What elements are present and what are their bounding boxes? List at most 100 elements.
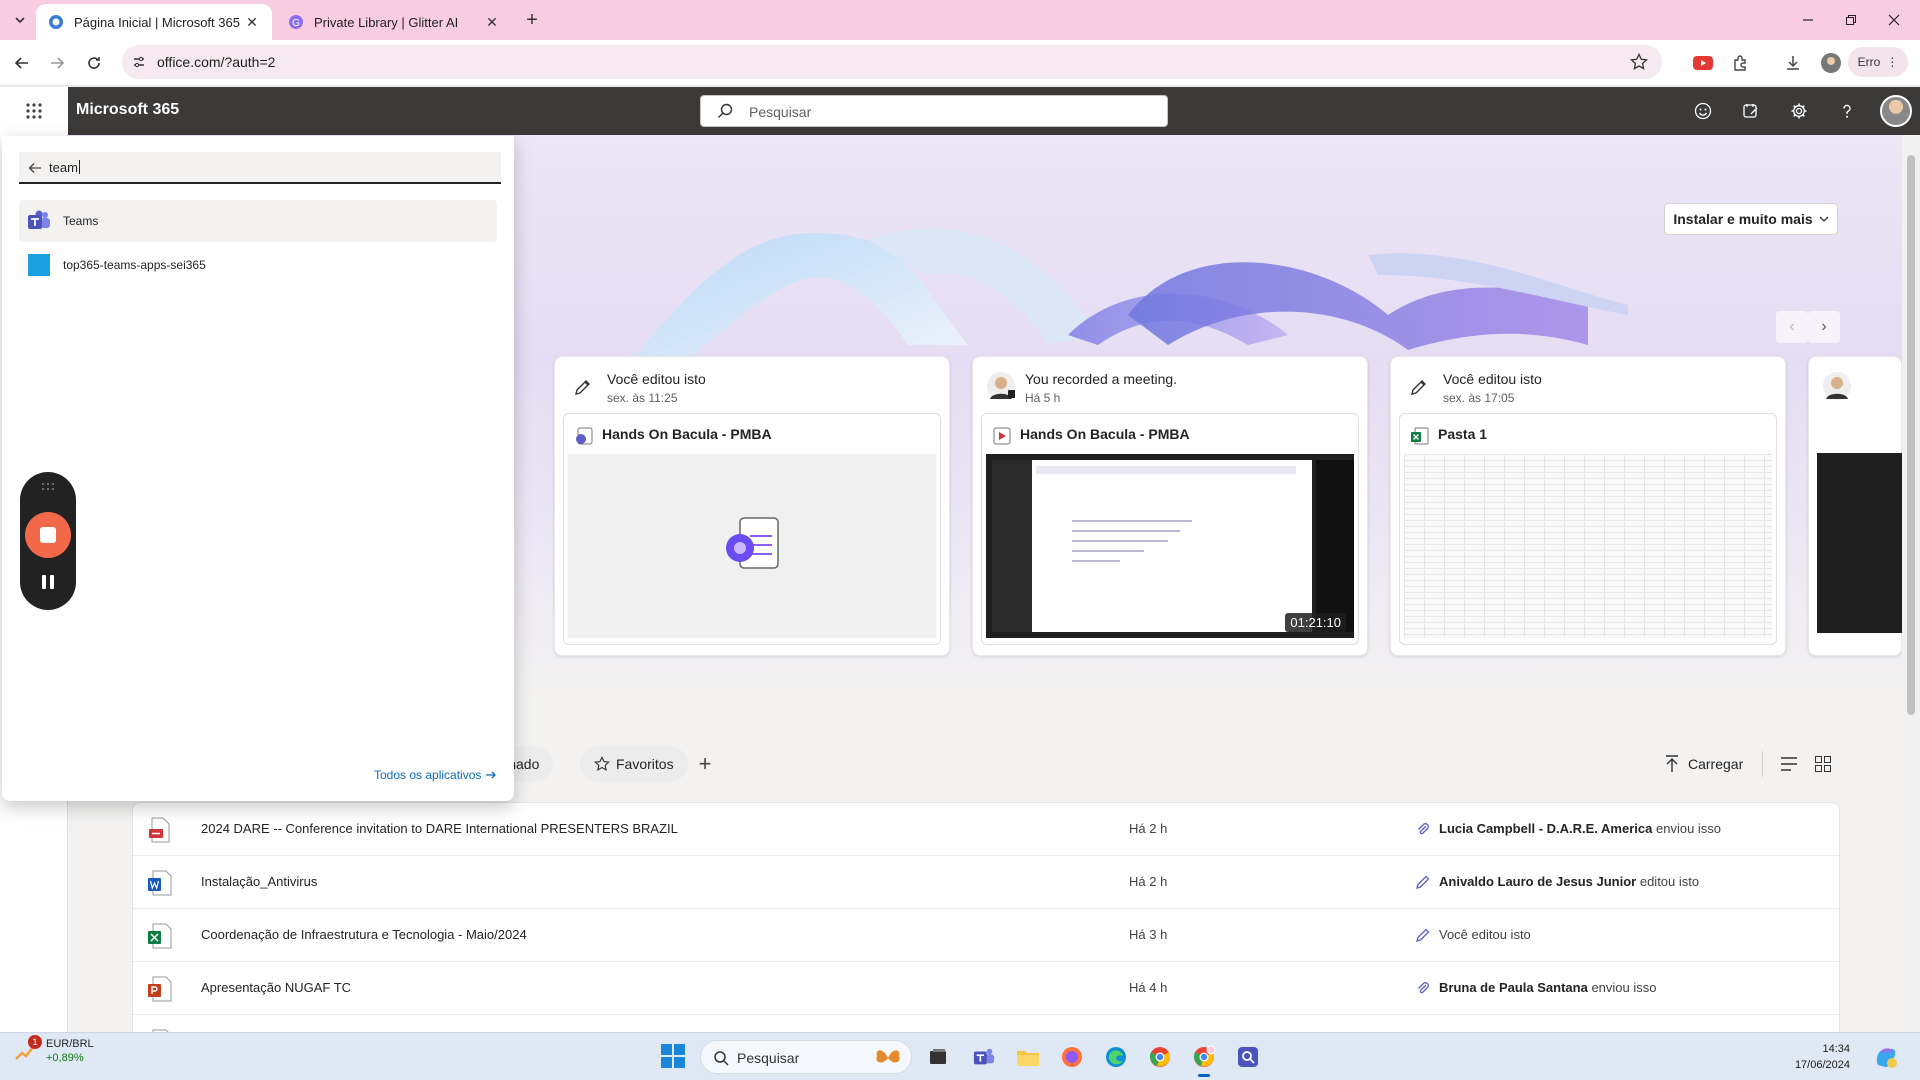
grid-view-icon[interactable] bbox=[1812, 753, 1834, 775]
screen-recording-frame bbox=[992, 460, 1312, 632]
table-row[interactable]: Instalação_Antivirus Há 2 h Anivaldo Lau… bbox=[133, 856, 1839, 909]
upload-button[interactable]: Carregar bbox=[1664, 747, 1743, 781]
file-explorer-icon[interactable] bbox=[1012, 1041, 1044, 1073]
scrollbar-thumb[interactable] bbox=[1907, 155, 1915, 715]
chevron-right-icon: › bbox=[1821, 318, 1827, 335]
file-preview[interactable]: Pasta 1 bbox=[1399, 413, 1777, 645]
microsoft-365-favicon-icon bbox=[49, 15, 63, 29]
url-text: office.com/?auth=2 bbox=[157, 54, 276, 70]
copilot-icon[interactable] bbox=[1872, 1043, 1900, 1071]
pdf-file-icon bbox=[149, 817, 170, 843]
tab-microsoft-365[interactable]: Página Inicial | Microsoft 365 ✕ bbox=[36, 4, 272, 40]
list-view-icon[interactable] bbox=[1778, 753, 1800, 775]
screen-recorder-widget bbox=[20, 472, 76, 610]
install-and-more-button[interactable]: Instalar e muito mais bbox=[1664, 203, 1838, 235]
widget-title: EUR/BRL bbox=[46, 1038, 94, 1050]
minimize-icon bbox=[1803, 19, 1813, 21]
add-filter-button[interactable]: + bbox=[688, 747, 722, 781]
chrome-icon[interactable] bbox=[1144, 1041, 1176, 1073]
extensions-puzzle-icon[interactable] bbox=[1730, 52, 1752, 74]
close-window-button[interactable] bbox=[1878, 8, 1910, 32]
table-row[interactable]: Apresentação NUGAF TC Há 4 h Bruna de Pa… bbox=[133, 962, 1839, 1015]
activity-time: sex. às 17:05 bbox=[1443, 391, 1515, 405]
back-arrow-icon[interactable] bbox=[27, 160, 43, 176]
plus-icon: + bbox=[698, 751, 712, 776]
new-tab-button[interactable]: + bbox=[520, 8, 544, 32]
activity-title: Você editou isto bbox=[1443, 371, 1542, 387]
forward-button[interactable] bbox=[44, 50, 70, 76]
file-actor: Lucia Campbell - D.A.R.E. America bbox=[1439, 821, 1653, 836]
carousel-next-button[interactable]: › bbox=[1808, 311, 1840, 343]
taskbar-search[interactable]: Pesquisar bbox=[700, 1040, 912, 1074]
search-app-icon[interactable] bbox=[1232, 1041, 1264, 1073]
search-result-label: top365-teams-apps-sei365 bbox=[63, 258, 206, 272]
file-preview[interactable]: Hands On Bacula - PMBA bbox=[563, 413, 941, 645]
my-day-icon[interactable] bbox=[1740, 100, 1762, 122]
recommended-card[interactable]: Você editou isto sex. às 11:25 Hands On … bbox=[554, 356, 950, 656]
file-action: enviou isso bbox=[1591, 980, 1657, 995]
arrow-left-icon bbox=[14, 57, 28, 69]
tab-glitter-ai[interactable]: G Private Library | Glitter AI ✕ bbox=[276, 4, 512, 40]
pause-recording-button[interactable] bbox=[38, 572, 58, 592]
table-row[interactable]: Coordenação de Infraestrutura e Tecnolog… bbox=[133, 909, 1839, 962]
divider bbox=[1762, 751, 1763, 777]
activity-time: sex. às 11:25 bbox=[607, 391, 678, 405]
drag-handle-icon[interactable] bbox=[40, 482, 56, 492]
stop-recording-button[interactable] bbox=[25, 512, 71, 558]
site-info-icon[interactable] bbox=[132, 55, 146, 69]
feedback-smiley-icon[interactable] bbox=[1692, 100, 1714, 122]
more-vertical-icon: ⋮ bbox=[1886, 55, 1899, 69]
profile-error-label: Erro bbox=[1857, 55, 1881, 69]
app-brand-title[interactable]: Microsoft 365 bbox=[76, 101, 179, 119]
m365-search-box[interactable]: Pesquisar bbox=[700, 95, 1168, 127]
recommended-card-partial[interactable] bbox=[1808, 356, 1902, 656]
reload-button[interactable] bbox=[81, 50, 107, 76]
account-avatar[interactable] bbox=[1880, 95, 1912, 127]
butterfly-highlight-icon bbox=[876, 1050, 900, 1063]
file-action: enviou isso bbox=[1655, 821, 1722, 836]
all-apps-link[interactable]: Todos os aplicativos bbox=[374, 768, 497, 782]
bookmark-star-icon[interactable] bbox=[1630, 53, 1648, 71]
filter-chip-favorites[interactable]: Favoritos bbox=[580, 747, 688, 781]
download-icon[interactable] bbox=[1782, 52, 1804, 74]
address-bar[interactable]: office.com/?auth=2 bbox=[122, 45, 1662, 79]
browser-tab-strip: Página Inicial | Microsoft 365 ✕ G Priva… bbox=[0, 0, 1920, 40]
close-tab-icon[interactable]: ✕ bbox=[484, 14, 500, 30]
settings-gear-icon[interactable] bbox=[1788, 100, 1810, 122]
word-file-icon bbox=[148, 870, 172, 896]
close-tab-icon[interactable]: ✕ bbox=[244, 14, 260, 30]
activity-title: You recorded a meeting. bbox=[1025, 371, 1178, 387]
firefox-icon[interactable] bbox=[1056, 1041, 1088, 1073]
currency-widget[interactable]: 1 EUR/BRL +0,89% bbox=[14, 1035, 94, 1065]
chart-up-icon: 1 bbox=[14, 1035, 42, 1063]
recommended-card[interactable]: You recorded a meeting. Há 5 h Hands On … bbox=[972, 356, 1368, 656]
edge-icon[interactable] bbox=[1100, 1041, 1132, 1073]
reload-icon bbox=[88, 57, 100, 69]
file-preview[interactable]: Hands On Bacula - PMBA bbox=[981, 413, 1359, 645]
chrome-profile-icon[interactable] bbox=[1188, 1041, 1220, 1077]
restore-window-button[interactable] bbox=[1835, 8, 1867, 32]
carousel-previous-button[interactable]: ‹ bbox=[1776, 311, 1808, 343]
profile-avatar-icon[interactable] bbox=[1820, 52, 1842, 74]
recommended-card[interactable]: Você editou isto sex. às 17:05 Pasta 1 bbox=[1390, 356, 1786, 656]
page-scrollbar[interactable] bbox=[1902, 135, 1920, 1032]
task-view-icon[interactable] bbox=[922, 1041, 954, 1073]
help-question-icon[interactable] bbox=[1836, 100, 1858, 122]
loop-file-icon bbox=[576, 427, 593, 445]
waffle-icon bbox=[26, 103, 42, 119]
back-button[interactable] bbox=[9, 50, 35, 76]
search-result-teams[interactable]: Teams bbox=[19, 200, 497, 242]
excel-file-icon bbox=[148, 923, 172, 949]
app-launcher-button[interactable] bbox=[0, 87, 68, 135]
windows-taskbar: 1 EUR/BRL +0,89% Pesquisar 14:34 17/06/2… bbox=[0, 1032, 1920, 1080]
restore-icon bbox=[1846, 15, 1856, 25]
search-result-custom-app[interactable]: top365-teams-apps-sei365 bbox=[19, 244, 497, 286]
youtube-extension-icon[interactable] bbox=[1692, 52, 1714, 74]
windows-start-icon[interactable] bbox=[660, 1043, 686, 1069]
table-row[interactable]: 2024 DARE -- Conference invitation to DA… bbox=[133, 803, 1839, 856]
minimize-window-button[interactable] bbox=[1792, 8, 1824, 32]
profile-error-button[interactable]: Erro ⋮ bbox=[1848, 47, 1908, 77]
app-search-input[interactable]: team bbox=[19, 152, 501, 184]
teams-taskbar-icon[interactable] bbox=[968, 1041, 1000, 1073]
tab-search-button[interactable] bbox=[8, 8, 32, 32]
